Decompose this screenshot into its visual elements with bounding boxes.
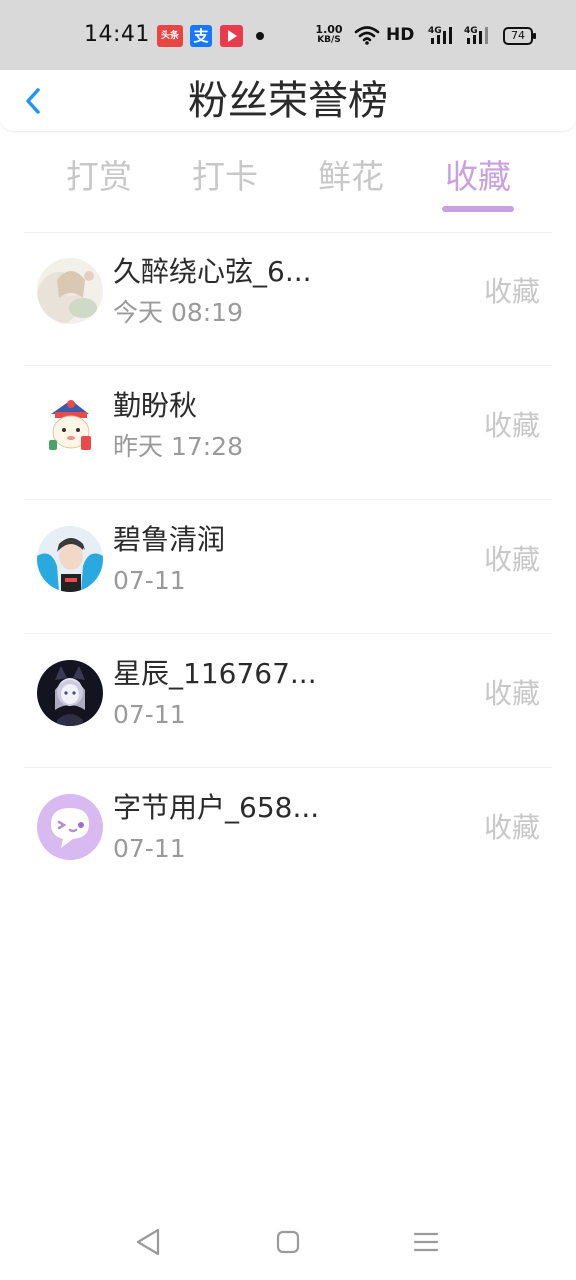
system-navigation-bar [0,1200,576,1280]
list-item[interactable]: 星辰_116767... 07-11 收藏 [24,634,552,768]
avatar[interactable] [37,258,103,324]
list-item[interactable]: 勤盼秋 昨天 17:28 收藏 [24,366,552,500]
status-bar: 14:41 头条 支 1.00 KB/S HD 4G 4G 74 [0,0,576,70]
timestamp: 07-11 [113,566,186,595]
timestamp: 昨天 17:28 [113,432,243,461]
action-label: 收藏 [483,677,540,710]
user-name: 星辰_116767... [113,657,317,690]
wifi-icon [354,26,380,45]
dark-anime-avatar-icon [37,660,103,726]
tab-favorites[interactable]: 收藏 [428,156,528,198]
action-label: 收藏 [483,409,540,442]
default-purple-avatar-icon [37,794,103,860]
page-title: 粉丝荣誉榜 [188,78,388,124]
tab-flowers[interactable]: 鲜花 [301,156,401,198]
timestamp: 07-11 [113,834,186,863]
battery-icon: 74 [503,27,536,45]
list-item[interactable]: 碧鲁清润 07-11 收藏 [24,500,552,634]
avatar[interactable] [37,794,103,860]
user-name: 勤盼秋 [113,389,198,422]
avatar[interactable] [37,392,103,458]
alipay-notification-icon: 支 [190,25,212,47]
triangle-back-icon [136,1228,160,1256]
cartoon-character-avatar-icon [37,392,103,458]
network-speed: 1.00 KB/S [314,24,344,46]
user-name: 碧鲁清润 [113,523,226,556]
signal-2-label: 4G [464,26,478,36]
nav-home-button[interactable] [268,1222,308,1262]
cellular-signal-1-icon: 4G [428,26,452,44]
square-home-icon [276,1230,300,1254]
tab-bar: 打赏 打卡 鲜花 收藏 [0,148,576,216]
screen: 14:41 头条 支 1.00 KB/S HD 4G 4G 74 粉丝荣誉榜 打… [0,0,576,1280]
person-photo-avatar-icon [37,526,103,592]
more-notifications-dot-icon [256,32,264,40]
list-item[interactable]: 久醉绕心弦_6... 今天 08:19 收藏 [24,232,552,366]
timestamp: 07-11 [113,700,186,729]
video-play-notification-icon [220,25,243,47]
active-tab-indicator [442,206,514,212]
avatar[interactable] [37,660,103,726]
cellular-signal-2-icon: 4G [464,26,488,44]
nav-menu-button[interactable] [406,1222,446,1262]
nav-back-button[interactable] [128,1222,168,1262]
list-item[interactable]: 字节用户_658... 07-11 收藏 [24,768,552,902]
header: 粉丝荣誉榜 [0,70,576,132]
tab-tip[interactable]: 打赏 [49,156,149,198]
tab-checkin[interactable]: 打卡 [175,156,275,198]
user-name: 字节用户_658... [113,791,320,824]
timestamp: 今天 08:19 [113,298,243,327]
network-speed-value: 1.00 [315,23,343,36]
signal-1-label: 4G [428,26,442,36]
user-name: 久醉绕心弦_6... [113,255,312,288]
action-label: 收藏 [483,543,540,576]
toutiao-notification-icon: 头条 [157,25,183,47]
action-label: 收藏 [483,275,540,308]
action-label: 收藏 [483,811,540,844]
hd-voice-icon: HD [386,25,415,45]
status-time: 14:41 [84,22,150,47]
anime-girl-avatar-icon [37,258,103,324]
hamburger-menu-icon [413,1232,439,1252]
network-speed-unit: KB/S [317,35,341,45]
avatar[interactable] [37,526,103,592]
